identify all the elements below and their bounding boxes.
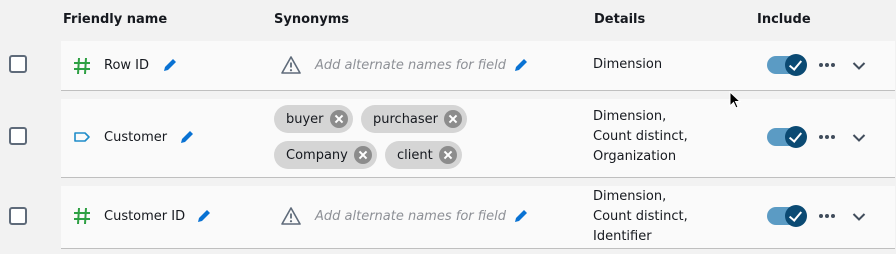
remove-chip-icon[interactable] [438, 146, 457, 164]
field-name: Row ID [104, 58, 150, 73]
remove-chip-icon[interactable] [353, 146, 372, 164]
details-text: Dimension [593, 57, 663, 72]
toggle-check-icon [785, 126, 807, 148]
table-row: Customer ID Add alternate names for fiel… [61, 186, 895, 249]
synonym-chip: buyer [274, 105, 353, 133]
row-checkbox[interactable] [9, 207, 27, 225]
row-checkbox[interactable] [9, 127, 27, 145]
row-checkbox[interactable] [9, 55, 27, 73]
table-row: Customer buyer purchaser Company client … [61, 99, 895, 178]
synonym-chip: Company [274, 141, 377, 169]
edit-synonyms-pencil-icon[interactable] [513, 57, 529, 73]
more-actions-icon[interactable] [819, 214, 839, 220]
include-toggle[interactable] [767, 126, 807, 148]
field-name: Customer [104, 130, 168, 145]
hash-icon [74, 57, 90, 75]
mouse-cursor-icon [729, 91, 742, 109]
chevron-down-icon[interactable] [852, 212, 866, 222]
more-actions-icon[interactable] [819, 135, 839, 141]
more-actions-icon[interactable] [819, 63, 839, 69]
chevron-down-icon[interactable] [852, 61, 866, 71]
hash-icon [74, 207, 90, 225]
warning-icon [281, 207, 301, 225]
tag-icon [74, 132, 90, 142]
remove-chip-icon[interactable] [329, 110, 348, 128]
synonyms-placeholder: Add alternate names for field [315, 58, 507, 73]
chevron-down-icon[interactable] [852, 133, 866, 143]
table-header: Friendly name Synonyms Details Include [0, 0, 896, 40]
table-row: Row ID Add alternate names for field Dim… [61, 41, 895, 91]
header-include: Include [757, 12, 811, 27]
header-friendly-name: Friendly name [63, 12, 168, 27]
toggle-check-icon [785, 205, 807, 227]
header-synonyms: Synonyms [274, 12, 350, 27]
edit-synonyms-pencil-icon[interactable] [513, 208, 529, 224]
toggle-check-icon [785, 54, 807, 76]
details-text: Dimension, Count distinct, Identifier [593, 189, 688, 244]
edit-name-pencil-icon[interactable] [162, 57, 178, 73]
warning-icon [281, 56, 301, 74]
edit-name-pencil-icon[interactable] [196, 208, 212, 224]
details-text: Dimension, Count distinct, Organization [593, 109, 688, 164]
synonym-chip: purchaser [361, 105, 468, 133]
include-toggle[interactable] [767, 205, 807, 227]
synonym-chip: client [385, 141, 462, 169]
header-details: Details [594, 12, 646, 27]
remove-chip-icon[interactable] [444, 110, 463, 128]
synonyms-placeholder: Add alternate names for field [315, 209, 507, 224]
include-toggle[interactable] [767, 54, 807, 76]
edit-name-pencil-icon[interactable] [179, 129, 195, 145]
field-name: Customer ID [104, 209, 186, 224]
